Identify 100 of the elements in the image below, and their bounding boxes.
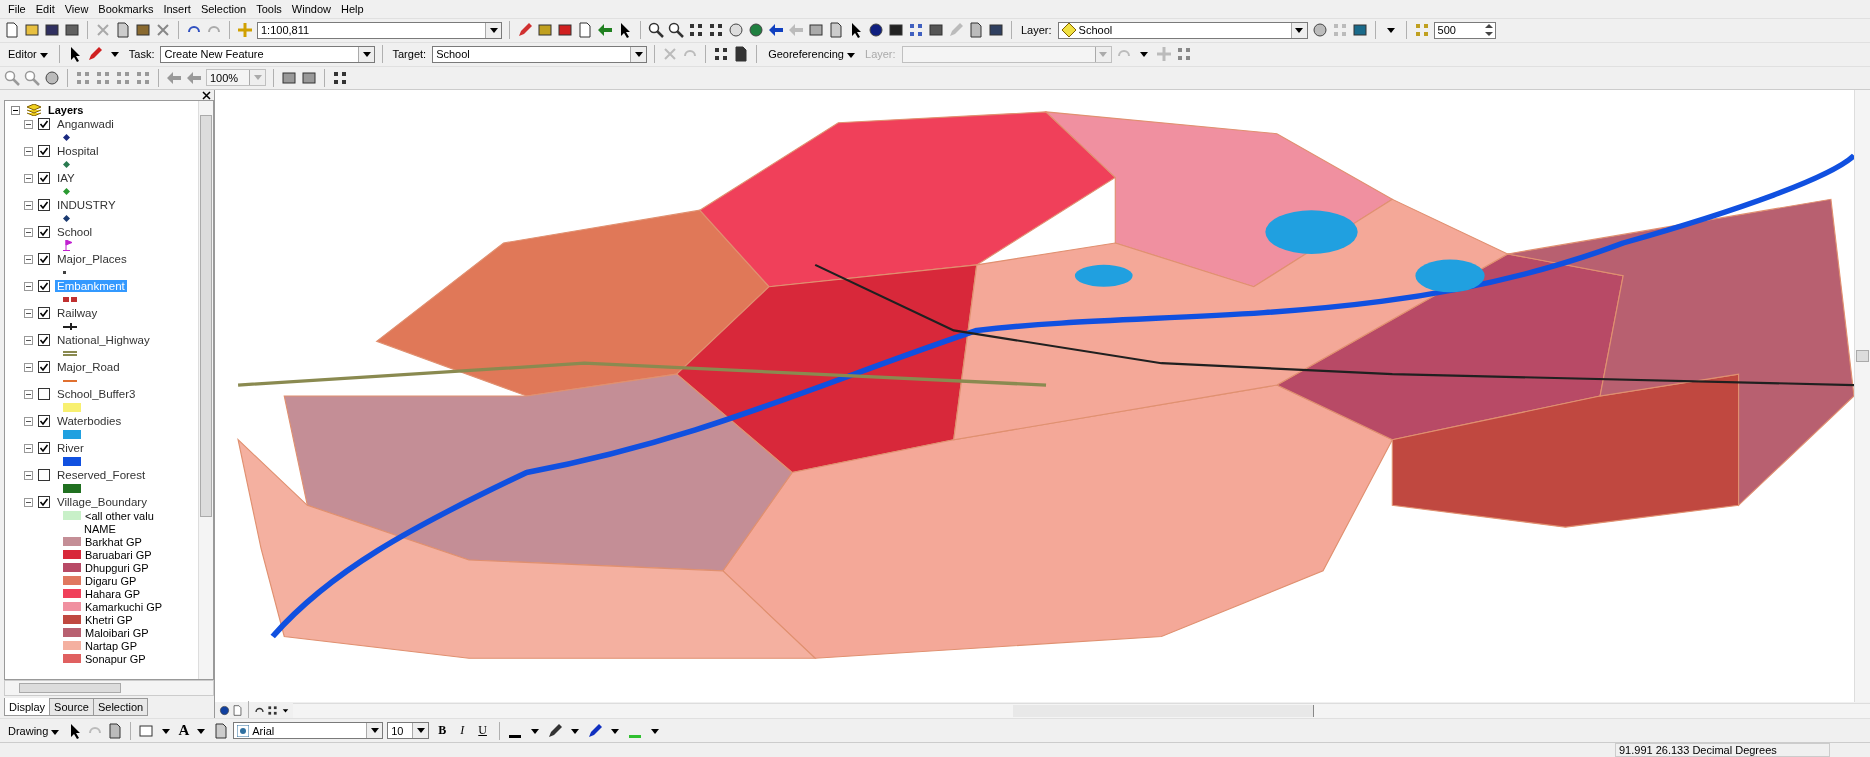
- layer-name[interactable]: INDUSTRY: [55, 199, 118, 212]
- line-color-icon[interactable]: [586, 722, 603, 739]
- checkbox[interactable]: [38, 307, 50, 320]
- menu-item[interactable]: Help: [337, 3, 368, 15]
- layer-name[interactable]: School_Buffer3: [55, 388, 138, 401]
- bold-button[interactable]: B: [433, 723, 452, 739]
- layer-name[interactable]: Village_Boundary: [55, 496, 149, 509]
- legend-label: Digaru GP: [85, 574, 137, 587]
- layer-name[interactable]: Waterbodies: [55, 415, 124, 428]
- menu-item[interactable]: Selection: [196, 3, 251, 15]
- data-view-icon[interactable]: [219, 704, 230, 716]
- horizontal-scrollbar[interactable]: [4, 680, 214, 697]
- collapse-icon[interactable]: [24, 362, 33, 372]
- layers-title: Layers: [48, 104, 84, 117]
- menu-item[interactable]: Tools: [252, 3, 286, 15]
- checkbox[interactable]: [38, 280, 50, 293]
- horizontal-scrollbar[interactable]: [293, 702, 1870, 718]
- menu-item[interactable]: Window: [287, 3, 335, 15]
- zoom-out-page-icon[interactable]: [24, 69, 40, 86]
- collapse-icon[interactable]: [24, 119, 33, 129]
- dropdown-arrow-icon: [370, 728, 379, 734]
- caret-icon: [51, 729, 60, 735]
- collapse-icon[interactable]: [24, 335, 33, 345]
- menu-item[interactable]: View: [60, 3, 93, 15]
- layer-name[interactable]: Reserved_Forest: [55, 469, 148, 482]
- checkbox[interactable]: [38, 145, 50, 158]
- font-size-dropdown[interactable]: 10: [387, 722, 430, 740]
- snap-tolerance-field[interactable]: 500: [1433, 21, 1496, 39]
- layer-name[interactable]: National_Highway: [55, 334, 152, 347]
- caret-icon: [847, 53, 855, 59]
- sketch-pencil-icon[interactable]: [86, 46, 103, 63]
- collapse-icon[interactable]: [24, 227, 33, 237]
- fixed-zoom-in-icon[interactable]: [688, 22, 704, 39]
- italic-button[interactable]: I: [455, 723, 470, 739]
- collapse-icon[interactable]: [24, 389, 33, 399]
- new-document-icon[interactable]: [4, 22, 20, 39]
- layer-dropdown[interactable]: School: [1057, 21, 1308, 39]
- zoom-in-page-icon[interactable]: [4, 69, 20, 86]
- copy-icon[interactable]: [115, 22, 131, 39]
- toc-tab[interactable]: Source: [49, 698, 94, 717]
- zoom-out-icon[interactable]: [668, 22, 684, 39]
- legend-label: Dhupguri GP: [85, 561, 149, 574]
- checkbox[interactable]: [38, 388, 50, 401]
- fill-color-icon[interactable]: [546, 722, 563, 739]
- layer-name[interactable]: Railway: [55, 307, 100, 320]
- close-icon[interactable]: [202, 90, 211, 100]
- toc-tab[interactable]: Selection: [92, 698, 149, 717]
- underline-button[interactable]: U: [473, 723, 492, 739]
- fixed-zoom-out-icon[interactable]: [708, 22, 724, 39]
- menu-item[interactable]: Bookmarks: [94, 3, 158, 15]
- checkbox[interactable]: [38, 199, 50, 212]
- menu-item[interactable]: Edit: [31, 3, 59, 15]
- checkbox[interactable]: [38, 253, 50, 266]
- collapse-icon[interactable]: [24, 146, 33, 156]
- zoom-to-elements-icon[interactable]: [107, 722, 124, 739]
- layer-name[interactable]: Anganwadi: [55, 118, 116, 131]
- dropdown-arrow-icon: [416, 728, 425, 734]
- font-dropdown[interactable]: Arial: [233, 722, 384, 740]
- checkbox[interactable]: [38, 118, 50, 131]
- layer-name[interactable]: Hospital: [55, 145, 101, 158]
- collapse-icon[interactable]: [24, 443, 33, 453]
- collapse-icon[interactable]: [24, 200, 33, 210]
- target-dropdown[interactable]: School: [432, 45, 648, 63]
- layout-zoom-dropdown[interactable]: 100%: [206, 69, 266, 87]
- layer-name[interactable]: Major_Road: [55, 361, 122, 374]
- editor-menu-button[interactable]: Editor: [4, 44, 52, 65]
- collapse-icon[interactable]: [24, 470, 33, 480]
- collapse-icon[interactable]: [24, 254, 33, 264]
- checkbox[interactable]: [38, 415, 50, 428]
- map-scale-dropdown[interactable]: 1:100,811: [257, 21, 502, 39]
- checkbox[interactable]: [38, 334, 50, 347]
- drawing-menu-button[interactable]: Drawing: [4, 720, 64, 741]
- checkbox[interactable]: [38, 496, 50, 509]
- collapse-icon[interactable]: [24, 173, 33, 183]
- layer-name[interactable]: Major_Places: [55, 253, 129, 266]
- collapse-icon[interactable]: [24, 497, 33, 507]
- vertical-scrollbar[interactable]: [1854, 90, 1870, 703]
- checkbox[interactable]: [38, 442, 50, 455]
- layer-name[interactable]: School: [55, 226, 95, 239]
- collapse-icon[interactable]: [24, 281, 33, 291]
- layout-view-icon[interactable]: [232, 704, 243, 716]
- layer-name[interactable]: River: [55, 442, 86, 455]
- task-dropdown[interactable]: Create New Feature: [160, 45, 376, 63]
- menu-item[interactable]: Insert: [159, 3, 195, 15]
- checkbox[interactable]: [38, 226, 50, 239]
- collapse-icon[interactable]: [24, 308, 33, 318]
- text-tool-button[interactable]: A: [178, 722, 190, 740]
- collapse-icon[interactable]: [11, 105, 20, 115]
- collapse-icon[interactable]: [24, 416, 33, 426]
- layer-name[interactable]: IAY: [55, 172, 77, 185]
- legend-label: Barkhat GP: [85, 535, 142, 548]
- editor-icon[interactable]: [517, 22, 533, 39]
- menu-item[interactable]: File: [4, 3, 30, 15]
- checkbox[interactable]: [38, 469, 50, 482]
- checkbox[interactable]: [38, 172, 50, 185]
- georeferencing-menu-button[interactable]: Georeferencing: [764, 44, 859, 65]
- vertical-scrollbar[interactable]: [198, 101, 213, 680]
- toc-tab[interactable]: Display: [4, 698, 51, 717]
- checkbox[interactable]: [38, 361, 50, 374]
- zoom-in-icon[interactable]: [648, 22, 664, 39]
